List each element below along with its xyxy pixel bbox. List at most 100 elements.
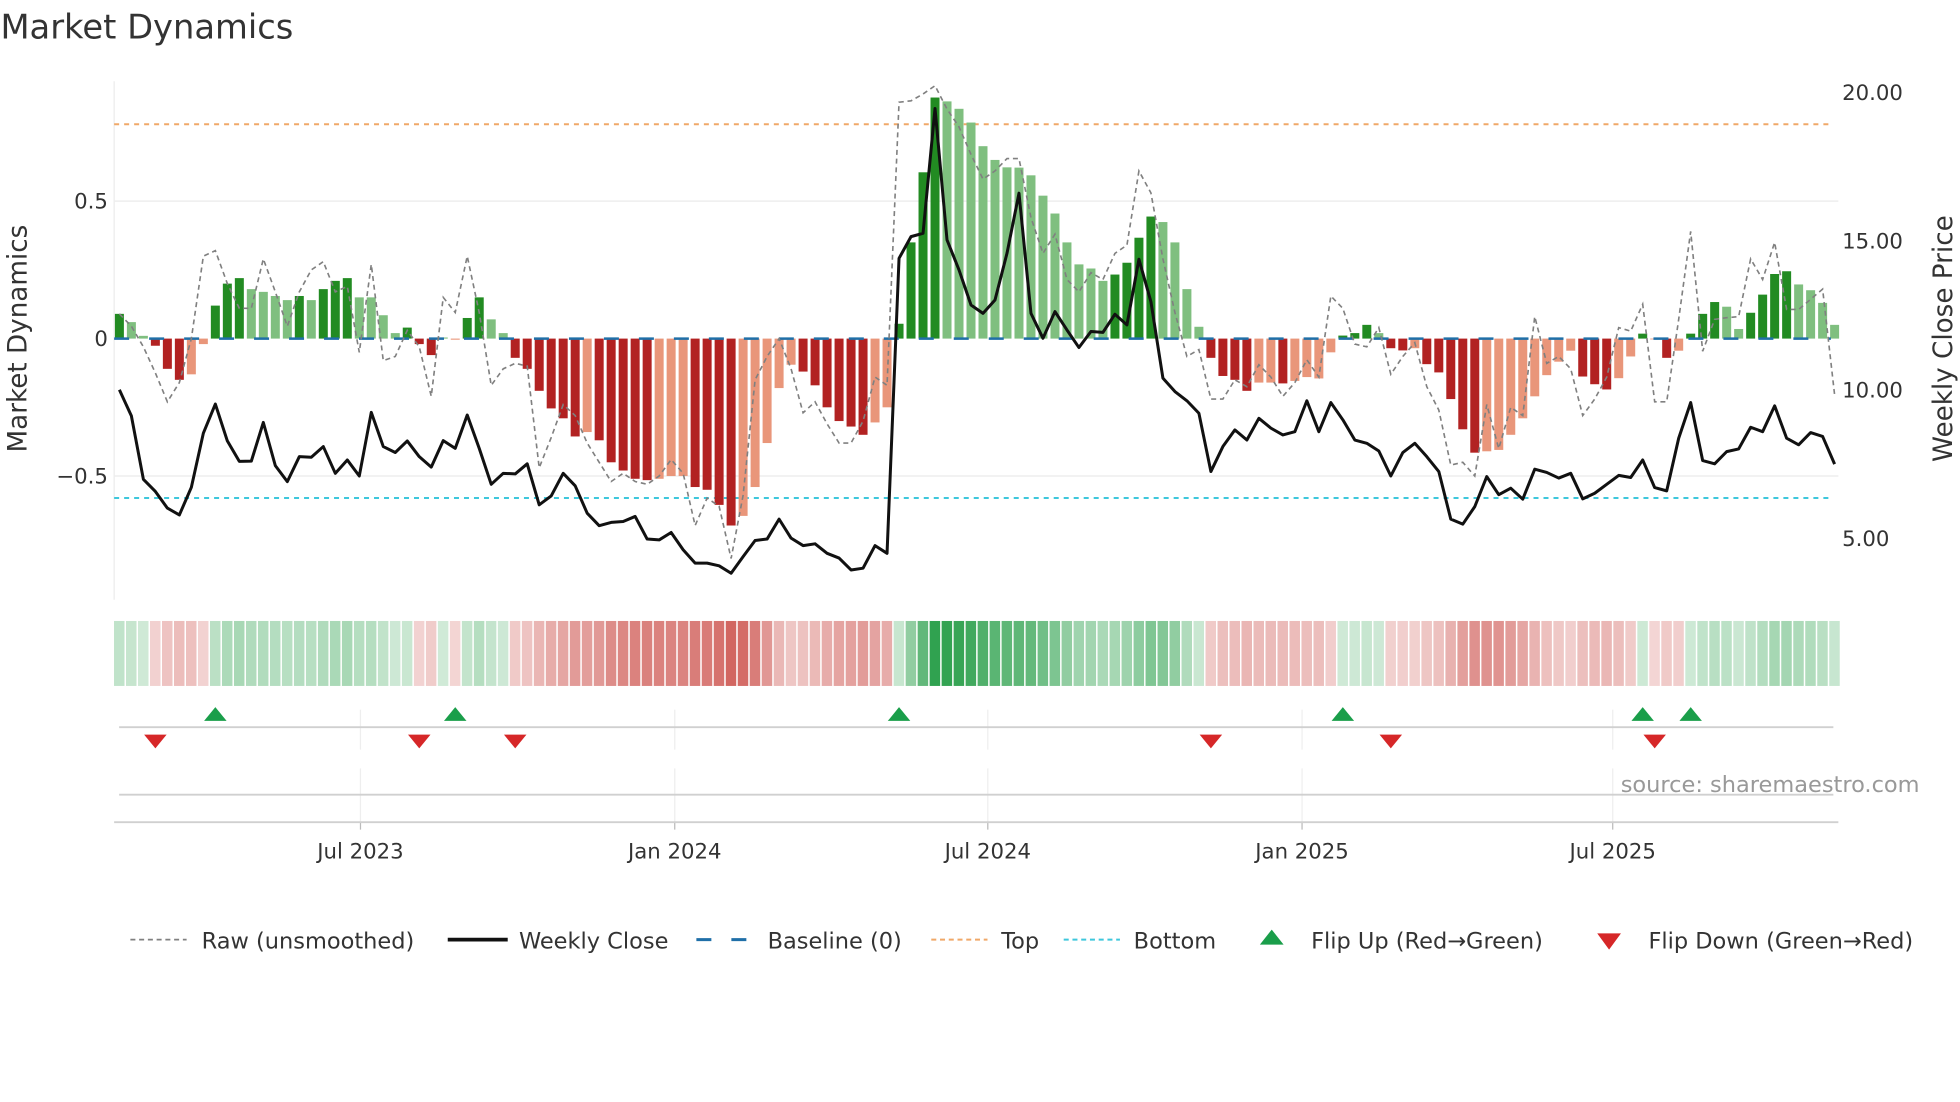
dynamics-bar	[426, 338, 436, 356]
regime-cell	[114, 620, 125, 686]
dynamics-bar	[1434, 338, 1444, 373]
regime-cell	[581, 620, 593, 686]
dynamics-bar	[1218, 338, 1228, 376]
regime-cell	[1733, 620, 1744, 686]
y-axis-label: Market Dynamics	[4, 225, 34, 453]
dynamics-bar	[258, 291, 268, 339]
regime-cell	[1169, 620, 1181, 686]
regime-cell	[461, 620, 473, 686]
dynamics-bar	[1446, 338, 1456, 400]
dynamics-bar	[1206, 338, 1216, 358]
regime-cell	[1373, 620, 1384, 686]
dynamics-bar	[1542, 338, 1552, 376]
regime-cell	[1409, 620, 1420, 686]
regime-cell	[317, 620, 329, 686]
dynamics-bar	[1590, 338, 1600, 385]
regime-cell	[1697, 620, 1708, 686]
y-tick-label: 0.5	[74, 190, 108, 215]
regime-cell	[1649, 620, 1660, 686]
regime-cell	[173, 620, 185, 686]
regime-cell	[485, 620, 497, 686]
regime-cell	[389, 620, 401, 686]
y2-tick-label: 5.00	[1842, 527, 1889, 552]
regime-cell	[617, 620, 629, 686]
y-tick-label: −0.5	[56, 465, 108, 490]
dynamics-bar	[306, 300, 316, 339]
dynamics-bar	[594, 338, 604, 441]
regime-cell	[1709, 620, 1720, 686]
regime-cell	[1253, 620, 1264, 686]
flip-down-marker	[1379, 734, 1403, 749]
regime-cell	[557, 620, 569, 686]
regime-cell	[1613, 620, 1624, 686]
dynamics-bar	[1278, 338, 1288, 384]
regime-cell	[1793, 620, 1804, 686]
dynamics-bar	[1830, 324, 1840, 339]
flip-up-marker	[443, 707, 467, 721]
regime-cell	[1241, 620, 1253, 686]
chart-title: Market Dynamics	[0, 8, 293, 47]
regime-cell	[1625, 620, 1636, 686]
regime-cell	[1085, 620, 1097, 686]
dynamics-bar	[858, 338, 868, 435]
regime-cell	[749, 620, 761, 686]
flip-up-marker	[204, 707, 227, 721]
regime-cell	[449, 620, 461, 686]
dynamics-bar	[810, 338, 820, 386]
dynamics-bar	[1710, 302, 1720, 339]
x-tick-label: Jan 2025	[1253, 839, 1349, 864]
regime-cell	[1313, 620, 1324, 686]
market-dynamics-chart: Market Dynamics Market Dynamics Weekly C…	[0, 8, 1959, 955]
regime-cell	[845, 620, 857, 686]
dynamics-bar	[1086, 268, 1096, 339]
dynamics-bar	[162, 338, 172, 369]
regime-cell	[1349, 620, 1360, 686]
regime-cell	[773, 620, 785, 686]
dynamics-bar	[546, 338, 556, 409]
flip-up-marker	[887, 707, 911, 721]
regime-cell	[941, 620, 953, 686]
dynamics-bar	[462, 317, 472, 339]
flip-down-marker	[1643, 734, 1666, 749]
regime-cell	[1469, 620, 1480, 686]
dynamics-bar	[642, 338, 652, 481]
dynamics-bar	[1134, 237, 1144, 339]
regime-cell	[1829, 620, 1840, 686]
regime-cell	[209, 620, 221, 686]
regime-cell	[1769, 620, 1780, 686]
dynamics-bar	[1110, 274, 1120, 339]
dynamics-bar	[666, 338, 676, 477]
regime-cell	[593, 620, 605, 686]
dynamics-bar	[1458, 338, 1468, 430]
dynamics-bar	[1242, 338, 1252, 391]
regime-cell	[305, 620, 317, 686]
regime-cell	[1097, 620, 1109, 686]
dynamics-bar	[1518, 338, 1528, 419]
regime-cell	[1133, 620, 1145, 686]
regime-cell	[833, 620, 845, 686]
x-tick-label: Jul 2023	[315, 839, 403, 864]
regime-cell	[365, 620, 377, 686]
regime-cell	[341, 620, 353, 686]
regime-cell	[1685, 620, 1696, 686]
dynamics-bar	[1386, 338, 1396, 349]
regime-cell	[1529, 620, 1540, 686]
regime-cell	[917, 620, 929, 686]
dynamics-bar	[474, 297, 484, 339]
regime-cell	[953, 620, 965, 686]
regime-cell	[1181, 620, 1193, 686]
regime-cell	[737, 620, 749, 686]
dynamics-bar	[690, 338, 700, 488]
regime-cell	[425, 620, 437, 686]
regime-cell	[545, 620, 557, 686]
dynamics-bar	[1638, 333, 1648, 339]
dynamics-bar	[714, 338, 724, 505]
flip-up-marker	[1331, 707, 1355, 721]
regime-cell	[857, 620, 869, 686]
y2-tick-label: 20.00	[1842, 81, 1903, 106]
dynamics-bar	[1626, 338, 1636, 357]
regime-cell	[185, 620, 197, 686]
regime-cell	[1385, 620, 1396, 686]
dynamics-bar	[1362, 324, 1372, 339]
regime-cell	[785, 620, 797, 686]
